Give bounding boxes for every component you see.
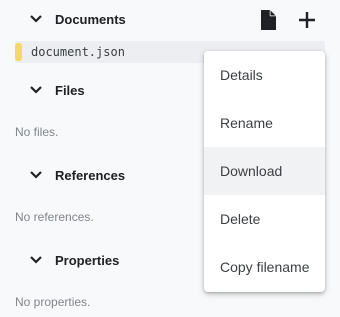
files-title: Files: [55, 82, 85, 98]
menu-item-rename[interactable]: Rename: [204, 99, 325, 147]
documents-section-header[interactable]: Documents: [0, 4, 340, 34]
references-title: References: [55, 167, 126, 183]
chevron-down-icon: [30, 15, 42, 23]
menu-item-label: Details: [220, 67, 263, 83]
menu-item-label: Delete: [220, 211, 261, 227]
references-empty-text: No references.: [15, 210, 94, 224]
menu-item-label: Copy filename: [220, 259, 310, 275]
menu-item-details[interactable]: Details: [204, 51, 325, 99]
menu-item-delete[interactable]: Delete: [204, 195, 325, 243]
chevron-down-icon: [30, 256, 42, 264]
properties-title: Properties: [55, 252, 120, 268]
file-status-marker: [15, 43, 22, 61]
file-icon[interactable]: [256, 8, 280, 32]
document-panel: Documents document.json Files No files. …: [0, 0, 340, 317]
files-empty-text: No files.: [15, 125, 59, 139]
properties-empty-text: No properties.: [15, 295, 91, 309]
menu-item-label: Rename: [220, 115, 273, 131]
chevron-down-icon: [30, 86, 42, 94]
menu-item-label: Download: [220, 163, 283, 179]
documents-title: Documents: [55, 11, 126, 27]
menu-item-copy-filename[interactable]: Copy filename: [204, 243, 325, 291]
chevron-down-icon: [30, 171, 42, 179]
menu-item-download[interactable]: Download: [204, 147, 325, 195]
plus-icon[interactable]: [295, 8, 319, 32]
document-name: document.json: [31, 45, 125, 59]
context-menu: Details Rename Download Delete Copy file…: [204, 51, 325, 292]
